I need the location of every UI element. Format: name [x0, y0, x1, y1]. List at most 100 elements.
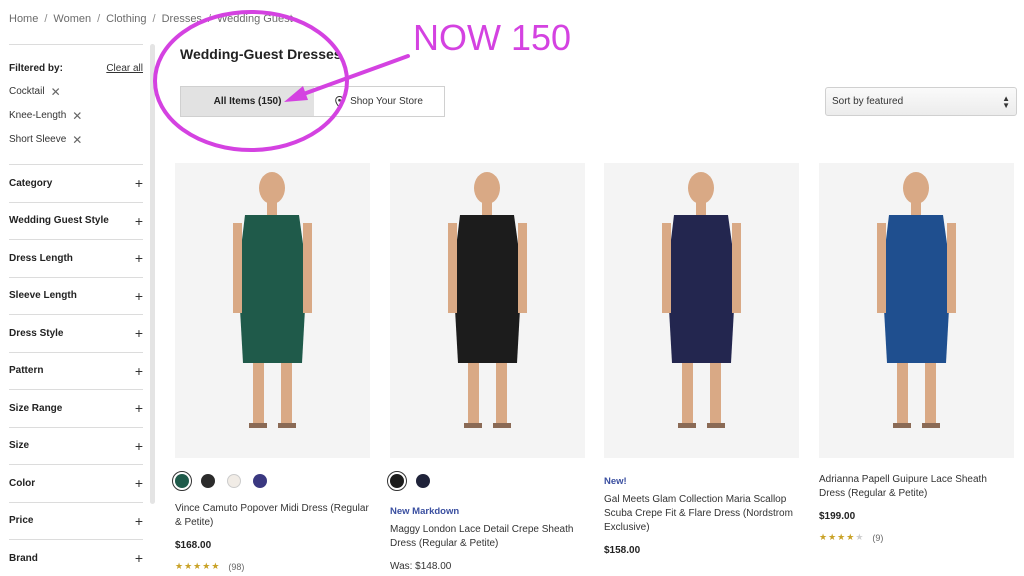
sort-select[interactable]: Sort by featured ▲ ▼	[825, 87, 1017, 116]
breadcrumb-separator: /	[152, 13, 156, 25]
clear-all-link[interactable]: Clear all	[106, 63, 143, 74]
model-leg	[682, 363, 693, 423]
facet-label: Size	[9, 440, 30, 452]
star-icon: ★	[184, 561, 194, 571]
model-head	[259, 172, 285, 204]
new-badge: New!	[604, 476, 627, 487]
model-shoe	[707, 423, 725, 428]
breadcrumb-women[interactable]: Women	[53, 13, 91, 25]
facet-pattern[interactable]: Pattern +	[9, 351, 143, 390]
page-title: Wedding-Guest Dresses	[180, 46, 342, 62]
model-shoe	[893, 423, 911, 428]
model-leg	[281, 363, 292, 423]
facet-size-range[interactable]: Size Range +	[9, 389, 143, 427]
dress-illustration	[233, 172, 312, 428]
product-card[interactable]: Vince Camuto Popover Midi Dress (Regular…	[172, 163, 370, 572]
facet-category[interactable]: Category +	[9, 164, 143, 202]
product-image[interactable]	[819, 163, 1014, 458]
active-filter-cocktail[interactable]: Cocktail ✕	[9, 85, 143, 99]
color-swatch[interactable]	[201, 474, 215, 488]
facet-size[interactable]: Size +	[9, 426, 143, 465]
model-neck	[267, 201, 277, 215]
filtered-by-label: Filtered by:	[9, 63, 63, 74]
active-filter-knee-length[interactable]: Knee-Length ✕	[9, 109, 143, 123]
model-leg	[897, 363, 908, 423]
product-card[interactable]: New Markdown Maggy London Lace Detail Cr…	[387, 163, 585, 572]
result-tabs: All Items (150) Shop Your Store	[180, 86, 445, 117]
product-name[interactable]: Adrianna Papell Guipure Lace Sheath Dres…	[819, 473, 1014, 501]
breadcrumb-separator: /	[97, 13, 101, 25]
plus-icon: +	[134, 550, 143, 567]
star-icon: ★	[837, 532, 847, 542]
breadcrumb-clothing[interactable]: Clothing	[106, 13, 146, 25]
model-shoe	[922, 423, 940, 428]
remove-filter-icon[interactable]: ✕	[72, 133, 82, 147]
model-shoe	[464, 423, 482, 428]
product-image[interactable]	[175, 163, 370, 458]
product-price: $158.00	[604, 545, 641, 556]
model-arm	[877, 223, 886, 313]
breadcrumb-separator: /	[44, 13, 48, 25]
product-card[interactable]: Adrianna Papell Guipure Lace Sheath Dres…	[819, 163, 1014, 543]
dress-body	[667, 215, 736, 363]
model-leg	[468, 363, 479, 423]
product-card[interactable]: New! Gal Meets Glam Collection Maria Sca…	[604, 163, 799, 556]
dress-body	[453, 215, 522, 363]
star-icon: ★	[211, 561, 221, 571]
product-image[interactable]	[604, 163, 799, 458]
facet-price[interactable]: Price +	[9, 501, 143, 540]
active-filter-label: Knee-Length	[9, 110, 67, 121]
model-neck	[911, 201, 921, 215]
model-leg	[496, 363, 507, 423]
facet-dress-length[interactable]: Dress Length +	[9, 239, 143, 277]
annotation-text: NOW 150	[413, 17, 572, 58]
color-swatch[interactable]	[387, 471, 407, 491]
star-icon: ★	[855, 532, 865, 542]
color-swatch[interactable]	[227, 474, 241, 488]
model-head	[903, 172, 929, 204]
model-leg	[925, 363, 936, 423]
product-name[interactable]: Vince Camuto Popover Midi Dress (Regular…	[175, 502, 370, 530]
star-icon: ★	[175, 561, 185, 571]
facet-label: Dress Style	[9, 327, 64, 339]
star-icon: ★	[193, 561, 203, 571]
facet-sleeve-length[interactable]: Sleeve Length +	[9, 276, 143, 315]
active-filter-short-sleeve[interactable]: Short Sleeve ✕	[9, 133, 143, 147]
product-name[interactable]: Maggy London Lace Detail Crepe Sheath Dr…	[390, 523, 585, 551]
star-rating: ★★★★★	[819, 532, 864, 543]
breadcrumb-home[interactable]: Home	[9, 13, 38, 25]
plus-icon: +	[134, 325, 143, 342]
location-pin-icon	[335, 95, 344, 108]
model-arm	[233, 223, 242, 313]
plus-icon: +	[134, 475, 143, 492]
remove-filter-icon[interactable]: ✕	[51, 85, 61, 99]
breadcrumb-dresses[interactable]: Dresses	[162, 13, 202, 25]
facet-dress-style[interactable]: Dress Style +	[9, 314, 143, 352]
model-arm	[947, 223, 956, 313]
color-swatch[interactable]	[253, 474, 267, 488]
plus-icon: +	[134, 175, 143, 192]
tab-all-items[interactable]: All Items (150)	[181, 87, 314, 116]
facet-color[interactable]: Color +	[9, 464, 143, 502]
product-image[interactable]	[390, 163, 585, 458]
model-arm	[303, 223, 312, 313]
color-swatches	[172, 471, 370, 491]
tab-shop-your-store[interactable]: Shop Your Store	[314, 87, 444, 116]
plus-icon: +	[134, 362, 143, 379]
model-arm	[732, 223, 741, 313]
facet-label: Wedding Guest Style	[9, 215, 109, 227]
model-head	[688, 172, 714, 204]
facet-label: Dress Length	[9, 252, 73, 264]
facet-brand[interactable]: Brand +	[9, 539, 143, 576]
plus-icon: +	[134, 250, 143, 267]
facet-wedding-guest-style[interactable]: Wedding Guest Style +	[9, 201, 143, 240]
remove-filter-icon[interactable]: ✕	[72, 109, 82, 123]
sidebar-scrollbar[interactable]	[150, 44, 155, 504]
product-name[interactable]: Gal Meets Glam Collection Maria Scallop …	[604, 493, 799, 535]
color-swatch[interactable]	[172, 471, 192, 491]
color-swatches	[387, 471, 585, 491]
model-arm	[662, 223, 671, 313]
plus-icon: +	[134, 400, 143, 417]
color-swatch[interactable]	[416, 474, 430, 488]
product-price: $199.00	[819, 511, 856, 522]
